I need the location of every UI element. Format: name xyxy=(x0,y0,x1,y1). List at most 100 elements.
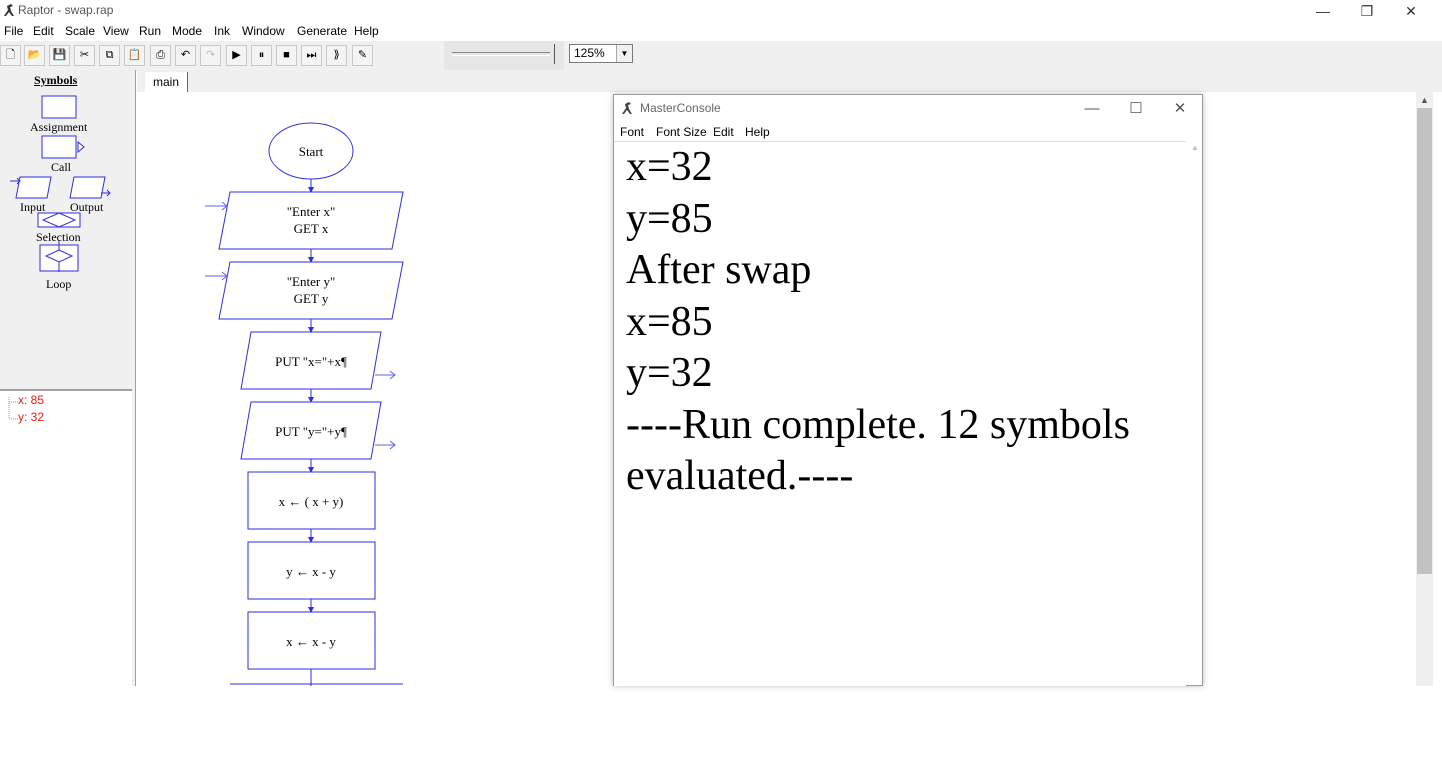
master-console-window: MasterConsole — ☐ ✕ Font Font Size Edit … xyxy=(613,94,1203,686)
output-node-x[interactable]: PUT "x="+x¶ xyxy=(240,331,396,390)
menu-ink[interactable]: Ink xyxy=(214,24,230,38)
input-x-prompt: "Enter x" xyxy=(287,204,336,219)
menu-view[interactable]: View xyxy=(103,24,129,38)
loop-label: Loop xyxy=(46,277,72,291)
input-y-prompt: "Enter y" xyxy=(287,274,336,289)
console-line: ----Run complete. 12 symbols xyxy=(626,401,1130,448)
console-output[interactable]: x=32 y=85 After swap x=85 y=32 ----Run c… xyxy=(614,141,1186,686)
copy-button[interactable]: ⧉ xyxy=(99,45,120,66)
run-button[interactable]: ▶ xyxy=(226,45,247,66)
console-menu-font-size[interactable]: Font Size xyxy=(656,125,707,139)
output-x-text: PUT "x="+x¶ xyxy=(275,354,347,369)
assign-3-text: x ← x - y xyxy=(286,634,336,649)
clear-breakpoints-button[interactable]: ⟫ xyxy=(326,45,347,66)
menu-scale[interactable]: Scale xyxy=(65,24,95,38)
input-node-y[interactable]: "Enter y" GET y xyxy=(205,261,404,320)
pen-button[interactable]: ✎ xyxy=(352,45,373,66)
console-line: x=85 xyxy=(626,298,713,345)
toolbar: 🗋 📂 💾 ✂ ⧉ 📋 ⎙ ↶ ↷ ▶ ⏸ ■ ⏭ ⟫ ✎ xyxy=(0,41,1442,71)
raptor-icon xyxy=(4,4,14,16)
assignment-label: Assignment xyxy=(30,120,88,134)
console-line: y=32 xyxy=(626,350,713,396)
menu-generate[interactable]: Generate xyxy=(297,24,347,38)
selection-symbol-icon[interactable] xyxy=(37,212,81,228)
menu-file[interactable]: File xyxy=(4,24,23,38)
output-symbol-icon[interactable] xyxy=(69,176,111,199)
tab-main[interactable]: main xyxy=(145,72,188,92)
console-close-button[interactable]: ✕ xyxy=(1158,95,1202,123)
tab-strip: main xyxy=(137,70,1442,92)
title-bar: Raptor - swap.rap — ❐ ✕ xyxy=(0,0,1442,22)
call-symbol-icon[interactable] xyxy=(41,135,85,159)
assign-node-1[interactable]: x ← ( x + y) xyxy=(247,471,376,530)
console-minimize-button[interactable]: — xyxy=(1070,95,1114,123)
stop-button[interactable]: ■ xyxy=(276,45,297,66)
slider-track xyxy=(452,52,550,56)
assign-node-3[interactable]: x ← x - y xyxy=(247,611,376,670)
assign-1-text: x ← ( x + y) xyxy=(279,494,344,509)
console-line: x=32 xyxy=(626,144,713,190)
menu-run[interactable]: Run xyxy=(139,24,161,38)
variables-panel: x: 85 y: 32 xyxy=(0,389,132,758)
output-label: Output xyxy=(70,200,104,214)
scroll-up-icon[interactable]: ▲ xyxy=(1188,141,1202,155)
undo-button[interactable]: ↶ xyxy=(175,45,196,66)
variable-y[interactable]: y: 32 xyxy=(18,410,44,424)
menu-mode[interactable]: Mode xyxy=(172,24,202,38)
close-button[interactable]: ✕ xyxy=(1389,0,1433,22)
symbols-title: Symbols xyxy=(34,73,78,87)
assign-node-2[interactable]: y ← x - y xyxy=(247,541,376,600)
output-node-y[interactable]: PUT "y="+y¶ xyxy=(240,401,396,460)
redo-button[interactable]: ↷ xyxy=(200,45,221,66)
symbols-panel: Symbols Assignment Call Input Output Sel… xyxy=(0,70,136,758)
scroll-thumb[interactable] xyxy=(1417,108,1432,574)
assignment-symbol-icon[interactable] xyxy=(41,95,77,119)
input-node-x[interactable]: "Enter x" GET x xyxy=(205,191,404,250)
console-scrollbar[interactable]: ▲ xyxy=(1188,141,1202,685)
start-label: Start xyxy=(299,144,324,159)
window-title: Raptor - swap.rap xyxy=(18,3,114,17)
raptor-icon xyxy=(622,102,632,114)
speed-slider[interactable] xyxy=(444,41,564,70)
menu-help[interactable]: Help xyxy=(354,24,379,38)
console-line: After swap xyxy=(626,247,812,293)
console-menu-font[interactable]: Font xyxy=(620,125,644,139)
menu-edit[interactable]: Edit xyxy=(33,24,54,38)
console-menu-help[interactable]: Help xyxy=(745,125,770,139)
canvas-scrollbar[interactable]: ▲ xyxy=(1416,92,1433,686)
pause-button[interactable]: ⏸ xyxy=(251,45,272,66)
console-line: y=85 xyxy=(626,195,713,242)
open-folder-button[interactable]: 📂 xyxy=(24,45,45,66)
save-button[interactable]: 💾 xyxy=(49,45,70,66)
slider-thumb[interactable] xyxy=(548,44,555,64)
scroll-up-icon[interactable]: ▲ xyxy=(1416,92,1433,108)
input-symbol-icon[interactable] xyxy=(10,176,52,199)
output-y-text: PUT "y="+y¶ xyxy=(275,424,347,439)
restore-button[interactable]: ❐ xyxy=(1345,0,1389,22)
selection-label: Selection xyxy=(36,230,81,244)
minimize-button[interactable]: — xyxy=(1301,0,1345,22)
new-file-button[interactable]: 🗋 xyxy=(0,45,21,66)
input-y-get: GET y xyxy=(294,291,329,306)
menu-window[interactable]: Window xyxy=(242,24,285,38)
menu-bar: File Edit Scale View Run Mode Ink Window… xyxy=(0,22,1442,41)
console-menu-bar: Font Font Size Edit Help xyxy=(614,123,1202,141)
zoom-select[interactable]: 125% ▼ xyxy=(569,44,633,63)
paste-button[interactable]: 📋 xyxy=(124,45,145,66)
step-button[interactable]: ⏭ xyxy=(301,45,322,66)
console-menu-edit[interactable]: Edit xyxy=(713,125,734,139)
start-node[interactable]: Start xyxy=(268,122,354,180)
assign-2-text: y ← x - y xyxy=(286,564,336,579)
input-label: Input xyxy=(20,200,46,214)
input-x-get: GET x xyxy=(294,221,329,236)
variable-x[interactable]: x: 85 xyxy=(18,393,44,407)
flowchart: Start "Enter x" GET x "Enter y" GET y PU… xyxy=(205,122,404,686)
console-maximize-button[interactable]: ☐ xyxy=(1114,95,1158,123)
call-label: Call xyxy=(51,160,71,174)
print-button[interactable]: ⎙ xyxy=(150,45,171,66)
console-title: MasterConsole xyxy=(640,101,721,115)
cut-button[interactable]: ✂ xyxy=(74,45,95,66)
chevron-down-icon[interactable]: ▼ xyxy=(616,45,632,62)
loop-symbol-icon[interactable] xyxy=(39,241,79,272)
zoom-value: 125% xyxy=(574,46,605,60)
